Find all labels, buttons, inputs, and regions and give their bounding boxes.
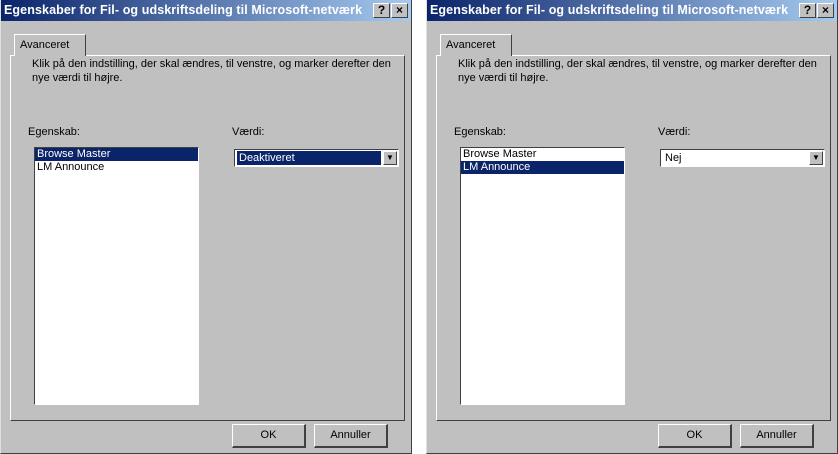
help-button[interactable]: ? (373, 3, 390, 18)
list-item-lm-announce[interactable]: LM Announce (461, 161, 624, 174)
help-button[interactable]: ? (799, 3, 816, 18)
close-icon: × (395, 3, 403, 17)
value-dropdown-selected: Nej (665, 152, 682, 164)
tab-advanced-label: Avanceret (446, 39, 496, 51)
ok-button[interactable]: OK (658, 424, 732, 448)
property-label: Egenskab: (454, 126, 506, 138)
help-icon: ? (803, 3, 812, 17)
window-title: Egenskaber for Fil- og udskriftsdeling t… (430, 3, 789, 17)
tab-advanced[interactable]: Avanceret (440, 34, 512, 56)
tab-advanced-label: Avanceret (20, 39, 70, 51)
close-button[interactable]: × (817, 3, 834, 18)
close-button[interactable]: × (391, 3, 408, 18)
cancel-button[interactable]: Annuller (314, 424, 388, 448)
dropdown-arrow-icon[interactable]: ▼ (383, 151, 397, 165)
properties-dialog-left: Egenskaber for Fil- og udskriftsdeling t… (0, 0, 412, 454)
tab-advanced[interactable]: Avanceret (14, 34, 86, 56)
instructions-text: Klik på den indstilling, der skal ændres… (32, 58, 391, 84)
title-bar[interactable]: Egenskaber for Fil- og udskriftsdeling t… (1, 0, 411, 21)
properties-dialog-right: Egenskaber for Fil- og udskriftsdeling t… (426, 0, 838, 454)
property-listbox[interactable]: Browse Master LM Announce (460, 147, 625, 405)
list-item-lm-announce[interactable]: LM Announce (35, 161, 198, 174)
value-dropdown[interactable]: Deaktiveret ▼ (234, 149, 399, 167)
property-label: Egenskab: (28, 126, 80, 138)
property-listbox[interactable]: Browse Master LM Announce (34, 147, 199, 405)
help-icon: ? (377, 3, 386, 17)
dropdown-arrow-icon[interactable]: ▼ (809, 151, 823, 165)
value-dropdown[interactable]: Nej ▼ (660, 149, 825, 167)
close-icon: × (821, 3, 829, 17)
value-label: Værdi: (658, 126, 691, 138)
title-bar[interactable]: Egenskaber for Fil- og udskriftsdeling t… (427, 0, 837, 21)
instructions-text: Klik på den indstilling, der skal ændres… (458, 58, 817, 84)
value-label: Værdi: (232, 126, 265, 138)
cancel-button[interactable]: Annuller (740, 424, 814, 448)
window-title: Egenskaber for Fil- og udskriftsdeling t… (4, 3, 363, 17)
ok-button[interactable]: OK (232, 424, 306, 448)
list-item-browse-master[interactable]: Browse Master (461, 148, 624, 161)
value-dropdown-selected: Deaktiveret (237, 151, 381, 165)
list-item-browse-master[interactable]: Browse Master (35, 148, 198, 161)
